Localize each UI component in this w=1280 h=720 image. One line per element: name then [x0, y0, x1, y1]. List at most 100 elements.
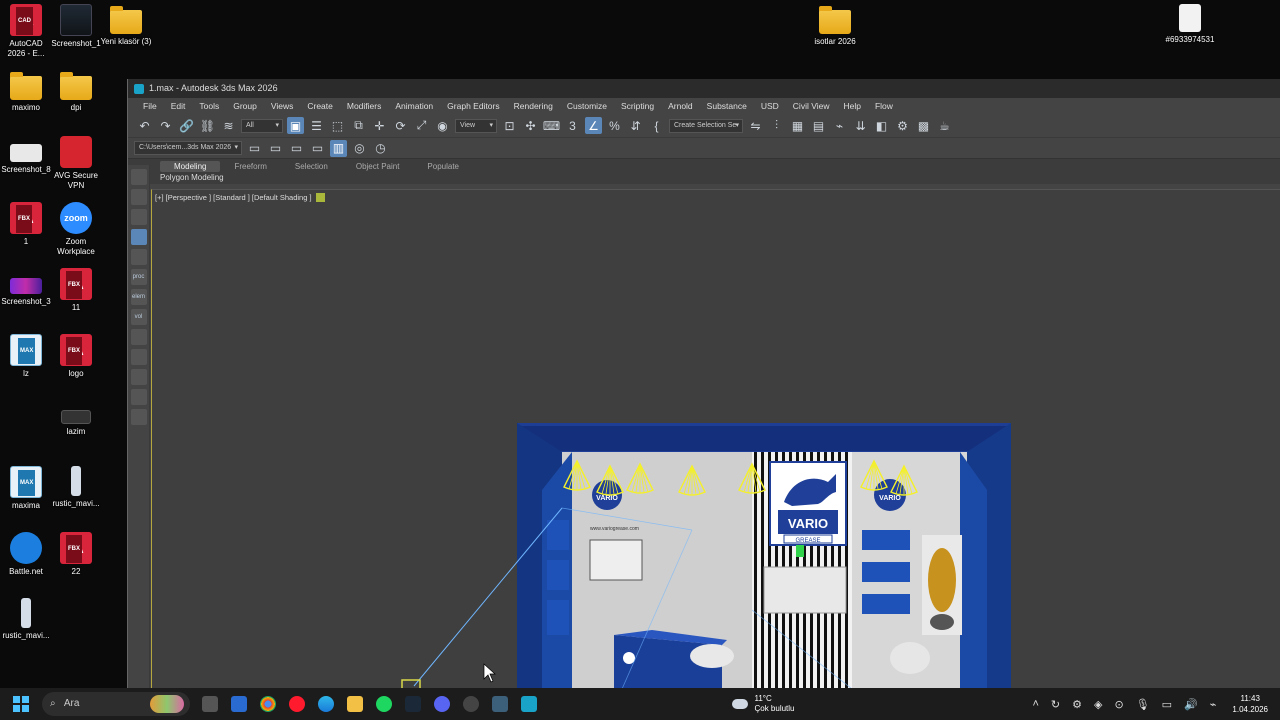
mirror-icon[interactable]: ⇋	[747, 117, 764, 134]
left-tool-button[interactable]	[130, 169, 147, 185]
curve-editor-icon[interactable]: ⌁	[831, 117, 848, 134]
chevron-up-icon[interactable]: ˄	[1032, 698, 1038, 711]
left-tool-button[interactable]	[130, 329, 147, 345]
move-icon[interactable]: ✛	[371, 117, 388, 134]
select-object-icon[interactable]: ▣	[287, 117, 304, 134]
menu-item-file[interactable]: File	[136, 101, 164, 111]
left-tool-button[interactable]	[130, 389, 147, 405]
menu-item-customize[interactable]: Customize	[560, 101, 614, 111]
ribbon-tab-selection[interactable]: Selection	[281, 161, 342, 172]
select-manipulate-icon[interactable]: ✣	[522, 117, 539, 134]
3dsmax-taskbar-icon[interactable]	[521, 696, 537, 712]
desktop-icon[interactable]: Yeni klasör (3)	[100, 4, 152, 47]
desktop-icon[interactable]: dpi	[50, 70, 102, 113]
redo-icon[interactable]: ↷	[157, 117, 174, 134]
bind-spacewarp-icon[interactable]: ≋	[220, 117, 237, 134]
left-tool-button[interactable]	[130, 229, 147, 245]
ribbon-tab-freeform[interactable]: Freeform	[220, 161, 280, 172]
menu-item-arnold[interactable]: Arnold	[661, 101, 700, 111]
left-tool-button[interactable]	[130, 209, 147, 225]
desktop-icon[interactable]: Alogo	[50, 334, 102, 379]
desktop-icon[interactable]: rustic_mavi...	[0, 598, 52, 641]
layer-icon[interactable]: ▭	[288, 140, 305, 157]
taskbar-search[interactable]: ⌕ Ara	[42, 692, 190, 716]
sketch-icon[interactable]: ◎	[351, 140, 368, 157]
viewport-layout-icon[interactable]: ▥	[330, 139, 347, 157]
left-tool-button[interactable]	[130, 189, 147, 205]
render-icon[interactable]: ☕	[936, 117, 953, 134]
menu-item-create[interactable]: Create	[300, 101, 340, 111]
obs-icon[interactable]	[463, 696, 479, 712]
keyboard-shortcut-icon[interactable]: ⌨	[543, 117, 560, 134]
spotify-icon[interactable]	[376, 696, 392, 712]
left-tool-button[interactable]: vol	[130, 309, 147, 325]
perspective-viewport[interactable]: VARIO GREASE VARIO www.variogrease.com V…	[151, 189, 1280, 689]
edge-icon[interactable]	[318, 696, 334, 712]
left-tool-button[interactable]	[130, 249, 147, 265]
desktop-icon[interactable]: A 22	[50, 532, 102, 577]
left-tool-button[interactable]	[130, 349, 147, 365]
microphone-icon[interactable]: 🎙	[1136, 698, 1150, 711]
angle-snap-icon[interactable]: ∠	[585, 117, 602, 134]
ribbon-tab-object-paint[interactable]: Object Paint	[342, 161, 414, 172]
menu-item-group[interactable]: Group	[226, 101, 264, 111]
desktop-icon[interactable]: #6933974531	[1164, 4, 1216, 45]
viewport-label-text[interactable]: [+] [Perspective ] [Standard ] [Default …	[155, 193, 312, 202]
desktop-icon[interactable]: AVG Secure VPN	[50, 136, 102, 191]
menu-item-substance[interactable]: Substance	[700, 101, 754, 111]
ribbon-tab-populate[interactable]: Populate	[413, 161, 473, 172]
material-editor-icon[interactable]: ◧	[873, 117, 890, 134]
reference-coordinate-dropdown[interactable]: View	[455, 118, 497, 133]
chrome-icon[interactable]	[260, 696, 276, 712]
task-view-icon[interactable]	[202, 696, 218, 712]
pivot-center-icon[interactable]: ⊡	[501, 117, 518, 134]
clock[interactable]: 11:43 1.04.2026	[1232, 693, 1268, 715]
snaps-toggle-icon[interactable]: 3	[564, 117, 581, 134]
desktop-icon[interactable]: Screenshot_3	[0, 268, 52, 307]
window-crossing-icon[interactable]: ⧉	[350, 117, 367, 134]
file-explorer-icon[interactable]	[347, 696, 363, 712]
percent-snap-icon[interactable]: %	[606, 117, 623, 134]
discord-icon[interactable]	[434, 696, 450, 712]
spinner-snap-icon[interactable]: ⇵	[627, 117, 644, 134]
snipping-tool-icon[interactable]	[492, 696, 508, 712]
menu-item-edit[interactable]: Edit	[164, 101, 193, 111]
layer-explorer-icon[interactable]: ▤	[810, 117, 827, 134]
menu-item-animation[interactable]: Animation	[388, 101, 440, 111]
named-selection-dropdown[interactable]: Create Selection Se	[669, 118, 743, 133]
unlink-icon[interactable]: ⛓	[199, 117, 216, 134]
desktop-icon[interactable]: Screenshot_1	[50, 4, 102, 49]
project-path-dropdown[interactable]: C:\Users\cem...3ds Max 2026	[134, 141, 242, 155]
menu-item-modifiers[interactable]: Modifiers	[340, 101, 388, 111]
left-tool-button[interactable]	[130, 409, 147, 425]
scene-explorer-icon[interactable]: ▦	[789, 117, 806, 134]
scale-icon[interactable]: ⤢	[413, 117, 430, 134]
left-tool-button[interactable]: elem	[130, 289, 147, 305]
region-select-icon[interactable]: ⬚	[329, 117, 346, 134]
menu-item-tools[interactable]: Tools	[192, 101, 226, 111]
menu-item-rendering[interactable]: Rendering	[507, 101, 560, 111]
link-icon[interactable]: 🔗	[178, 117, 195, 134]
start-button[interactable]	[13, 696, 29, 712]
left-tool-button[interactable]: proc	[130, 269, 147, 285]
place-icon[interactable]: ◉	[434, 117, 451, 134]
desktop-icon[interactable]: 3 maxima	[0, 466, 52, 511]
menu-item-help[interactable]: Help	[836, 101, 867, 111]
quick-access-icon[interactable]: ▭	[267, 140, 284, 157]
shield-icon[interactable]: ◈	[1094, 698, 1102, 711]
render-setup-icon[interactable]: ⚙	[894, 117, 911, 134]
project-folder-icon[interactable]: ▭	[246, 140, 263, 157]
named-selection-icon[interactable]: {	[648, 117, 665, 134]
desktop-icon[interactable]: maximo	[0, 70, 52, 113]
volume-icon[interactable]: 🔊	[1184, 698, 1198, 711]
steam-tray-icon[interactable]: ⚙	[1072, 698, 1082, 711]
selection-filter-dropdown[interactable]: All	[241, 118, 283, 133]
network-icon[interactable]: ⌁	[1210, 698, 1217, 711]
desktop-icon[interactable]: Battle.net	[0, 532, 52, 577]
desktop-icon[interactable]: rustic_mavi...	[50, 466, 102, 509]
opera-icon[interactable]	[289, 696, 305, 712]
title-bar[interactable]: 1.max - Autodesk 3ds Max 2026	[128, 79, 1280, 98]
desktop-icon[interactable]: lazim	[50, 400, 102, 437]
steam-tray-icon-2[interactable]: ⊙	[1114, 698, 1123, 711]
sync-icon[interactable]: ↻	[1051, 698, 1060, 711]
